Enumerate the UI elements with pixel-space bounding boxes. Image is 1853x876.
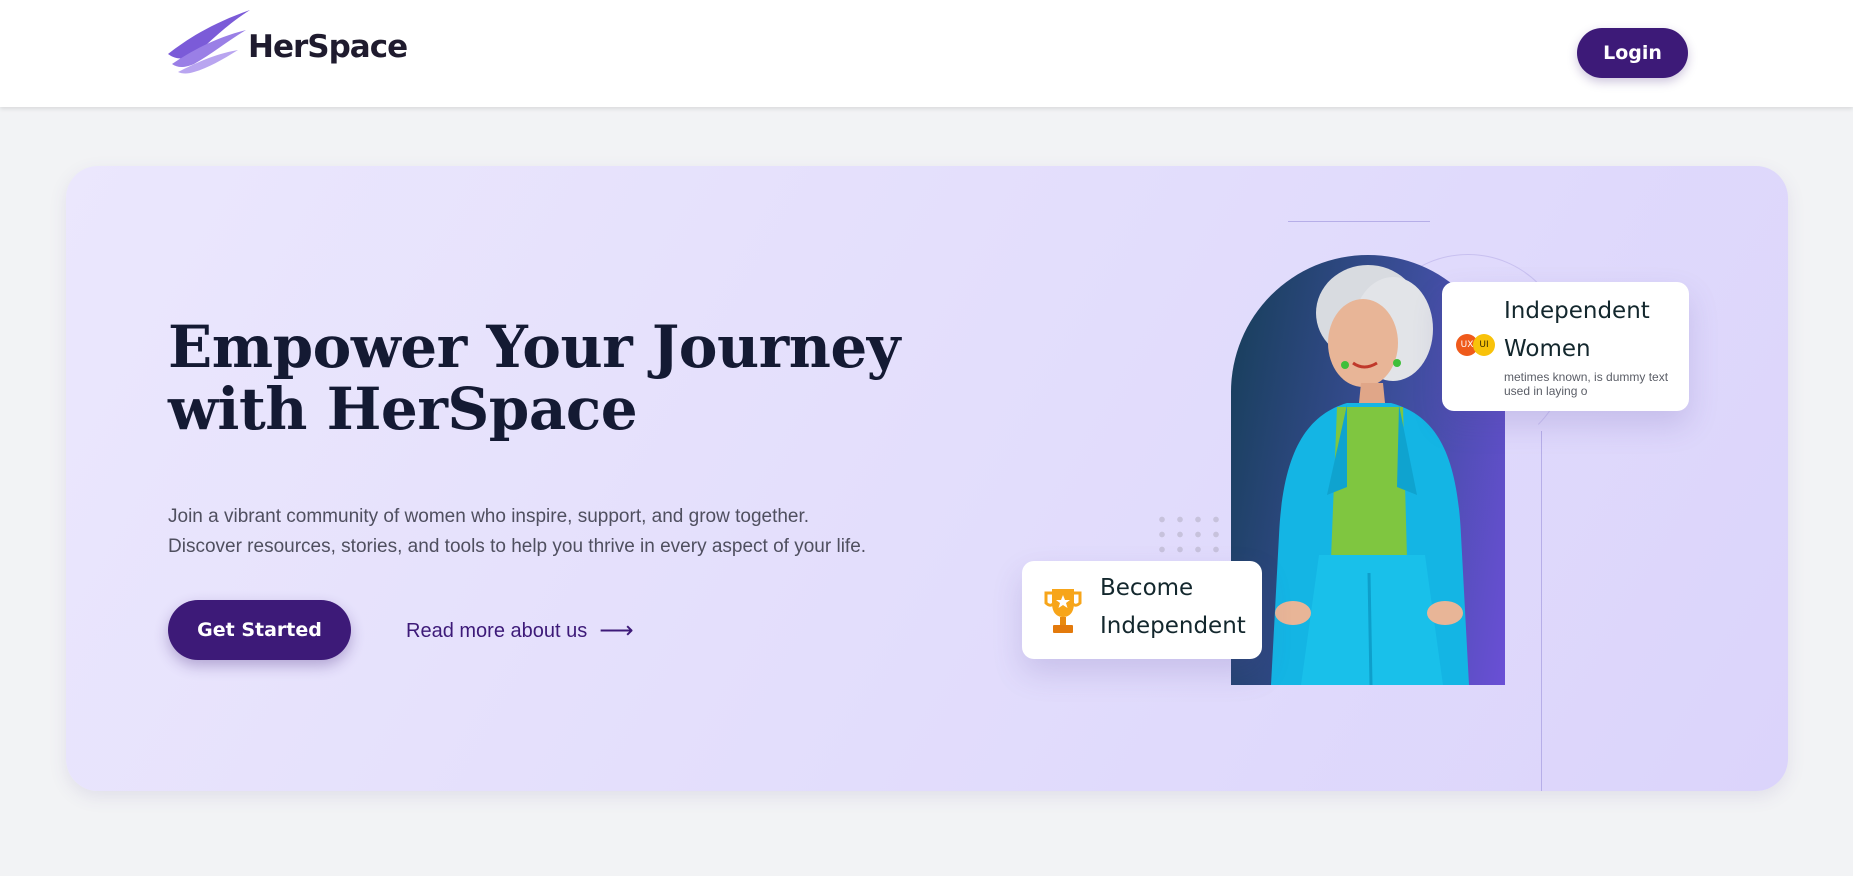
ui-badge: UI <box>1473 334 1495 356</box>
become-title-line-1: Become <box>1100 575 1194 601</box>
headline-line-1: Empower Your Journey <box>168 313 901 381</box>
top-navbar: HerSpace Login <box>0 0 1853 107</box>
brand-name: HerSpace <box>248 29 408 65</box>
decorative-line-vertical <box>1541 431 1542 791</box>
read-more-link[interactable]: Read more about us ⟶ <box>406 616 634 646</box>
become-independent-title: Become Independent <box>1100 569 1260 645</box>
independent-title-line-1: Independent <box>1504 298 1650 324</box>
subtext-line-2: Discover resources, stories, and tools t… <box>168 536 867 557</box>
arrow-right-icon: ⟶ <box>599 617 634 644</box>
headline-line-2: with HerSpace <box>168 375 638 443</box>
wing-logo-icon <box>168 10 250 74</box>
get-started-button[interactable]: Get Started <box>168 600 351 660</box>
independent-title-line-2: Women <box>1504 336 1591 362</box>
login-button[interactable]: Login <box>1577 28 1688 78</box>
independent-women-title: Independent Women <box>1504 292 1674 368</box>
decorative-line-top <box>1288 221 1430 222</box>
become-title-line-2: Independent <box>1100 613 1246 639</box>
become-independent-card: Become Independent <box>1022 561 1262 659</box>
hero-subtext: Join a vibrant community of women who in… <box>168 502 928 562</box>
hero-section: Empower Your Journey with HerSpace Join … <box>66 166 1788 791</box>
trophy-icon <box>1044 589 1082 633</box>
decorative-dot-grid <box>1153 512 1223 556</box>
independent-women-card: UX UI Independent Women metimes known, i… <box>1442 282 1689 411</box>
hero-headline: Empower Your Journey with HerSpace <box>168 316 928 440</box>
brand-logo[interactable]: HerSpace <box>166 10 408 76</box>
independent-women-description: metimes known, is dummy text used in lay… <box>1504 370 1669 398</box>
subtext-line-1: Join a vibrant community of women who in… <box>168 506 810 527</box>
read-more-label: Read more about us <box>406 619 588 642</box>
